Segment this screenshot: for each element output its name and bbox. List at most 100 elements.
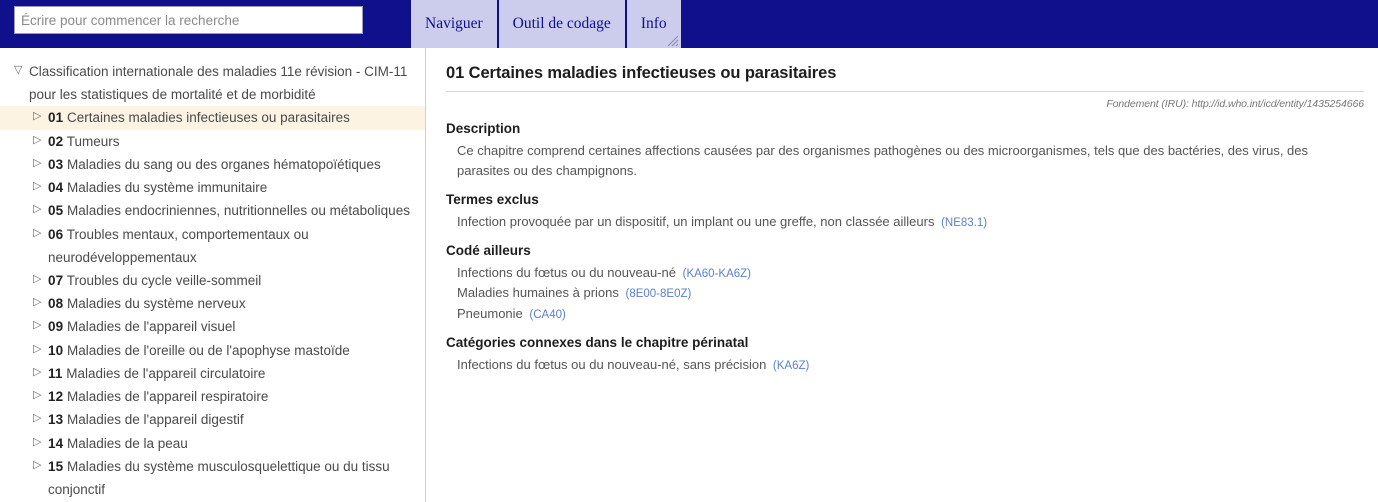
- sidebar-item-02[interactable]: ▷ 02 Tumeurs: [0, 130, 425, 153]
- chevron-right-icon[interactable]: ▷: [33, 455, 48, 476]
- sidebar-item-14[interactable]: ▷ 14 Maladies de la peau: [0, 432, 425, 455]
- sidebar-item-label: 03 Maladies du sang ou des organes hémat…: [48, 153, 421, 176]
- chevron-right-icon[interactable]: ▷: [33, 176, 48, 197]
- sidebar-item-13[interactable]: ▷ 13 Maladies de l'appareil digestif: [0, 408, 425, 431]
- tree-root-item[interactable]: ▽ Classification internationale des mala…: [0, 60, 425, 106]
- sidebar-item-code: 06: [48, 226, 64, 242]
- sidebar: ▽ Classification internationale des mala…: [0, 48, 426, 502]
- resize-grip-icon: [667, 35, 678, 47]
- tab-naviguer-label: Naviguer: [425, 15, 483, 32]
- sidebar-item-code: 04: [48, 180, 64, 196]
- sidebar-item-12[interactable]: ▷ 12 Maladies de l'appareil respiratoire: [0, 385, 425, 408]
- sidebar-item-08[interactable]: ▷ 08 Maladies du système nerveux: [0, 292, 425, 315]
- sidebar-item-09[interactable]: ▷ 09 Maladies de l'appareil visuel: [0, 315, 425, 338]
- tab-outil-de-codage[interactable]: Outil de codage: [498, 0, 627, 48]
- sidebar-item-text: Certaines maladies infectieuses ou paras…: [66, 110, 350, 126]
- description-text: Ce chapitre comprend certaines affection…: [457, 143, 1308, 178]
- sidebar-item-text: Maladies de l'appareil visuel: [66, 319, 236, 335]
- tree-root-label: Classification internationale des maladi…: [29, 64, 408, 103]
- sidebar-item-text: Maladies endocriniennes, nutritionnelles…: [66, 203, 410, 219]
- chevron-right-icon[interactable]: ▷: [33, 292, 48, 313]
- section-description-body: Ce chapitre comprend certaines affection…: [446, 141, 1364, 181]
- classification-tree: ▽ Classification internationale des mala…: [0, 48, 425, 501]
- sidebar-item-text: Maladies de l'oreille ou de l'apophyse m…: [66, 342, 350, 358]
- sidebar-item-04[interactable]: ▷ 04 Maladies du système immunitaire: [0, 176, 425, 199]
- section-coded-elsewhere: Codé ailleurs Infections du fœtus ou du …: [446, 243, 1364, 324]
- sidebar-item-label: 15 Maladies du système musculosquelettiq…: [48, 455, 421, 501]
- sidebar-item-code: 07: [48, 272, 64, 288]
- sidebar-item-text: Maladies du système musculosquelettique …: [48, 458, 390, 497]
- sidebar-item-text: Troubles mentaux, comportementaux ou neu…: [48, 226, 309, 265]
- section-perinatal-title: Catégories connexes dans le chapitre pér…: [446, 335, 749, 351]
- sidebar-item-label: 07 Troubles du cycle veille-sommeil: [48, 269, 421, 292]
- exclusion-entry-code-link[interactable]: (NE83.1): [941, 217, 987, 229]
- chevron-down-icon[interactable]: ▽: [14, 60, 29, 81]
- chevron-right-icon[interactable]: ▷: [33, 408, 48, 429]
- sidebar-item-text: Maladies de l'appareil respiratoire: [66, 389, 269, 405]
- coded-elsewhere-entry-code-link[interactable]: (CA40): [529, 309, 565, 321]
- sidebar-item-code: 08: [48, 296, 64, 312]
- chevron-right-icon[interactable]: ▷: [33, 199, 48, 220]
- chevron-right-icon[interactable]: ▷: [33, 153, 48, 174]
- sidebar-item-label: 13 Maladies de l'appareil digestif: [48, 408, 421, 431]
- chevron-right-icon[interactable]: ▷: [33, 339, 48, 360]
- section-coded-elsewhere-body: Infections du fœtus ou du nouveau-né (KA…: [446, 263, 1364, 324]
- chevron-right-icon[interactable]: ▷: [33, 130, 48, 151]
- sidebar-item-label: 02 Tumeurs: [48, 130, 421, 153]
- sidebar-item-code: 12: [48, 389, 64, 405]
- sidebar-item-06[interactable]: ▷ 06 Troubles mentaux, comportementaux ou…: [0, 223, 425, 269]
- tab-naviguer[interactable]: Naviguer: [411, 0, 499, 48]
- chevron-right-icon[interactable]: ▷: [33, 432, 48, 453]
- sidebar-item-01[interactable]: ▷ 01 Certaines maladies infectieuses ou p…: [0, 106, 425, 130]
- section-perinatal: Catégories connexes dans le chapitre pér…: [446, 335, 1364, 375]
- tab-outil-de-codage-label: Outil de codage: [512, 15, 611, 32]
- section-description-title: Description: [446, 121, 521, 136]
- detail-panel: 01 Certaines maladies infectieuses ou pa…: [427, 48, 1378, 502]
- section-perinatal-body: Infections du fœtus ou du nouveau-né, sa…: [446, 355, 1364, 375]
- search-input[interactable]: [14, 6, 363, 34]
- tab-bar: Naviguer Outil de codage Info: [411, 0, 681, 48]
- sidebar-item-label: 10 Maladies de l'oreille ou de l'apophys…: [48, 339, 421, 362]
- sidebar-item-code: 03: [48, 156, 64, 172]
- sidebar-item-10[interactable]: ▷ 10 Maladies de l'oreille ou de l'apophy…: [0, 339, 425, 362]
- coded-elsewhere-entry-code-link[interactable]: (KA60-KA6Z): [683, 268, 751, 280]
- sidebar-item-11[interactable]: ▷ 11 Maladies de l'appareil circulatoire: [0, 362, 425, 385]
- coded-elsewhere-entry: Infections du fœtus ou du nouveau-né (KA…: [457, 263, 1364, 283]
- chevron-right-icon[interactable]: ▷: [33, 269, 48, 290]
- sidebar-item-15[interactable]: ▷ 15 Maladies du système musculosqueletti…: [0, 455, 425, 501]
- sidebar-item-text: Maladies de la peau: [66, 435, 188, 451]
- sidebar-item-code: 15: [48, 458, 64, 474]
- chevron-right-icon[interactable]: ▷: [33, 385, 48, 406]
- sidebar-item-code: 14: [48, 435, 64, 451]
- sidebar-item-code: 01: [48, 110, 64, 126]
- page-title: 01 Certaines maladies infectieuses ou pa…: [446, 64, 1364, 92]
- tab-info[interactable]: Info: [626, 0, 681, 48]
- coded-elsewhere-entry-text: Infections du fœtus ou du nouveau-né: [457, 264, 676, 280]
- section-description: Description Ce chapitre comprend certain…: [446, 121, 1364, 181]
- top-bar: Naviguer Outil de codage Info: [0, 0, 1378, 48]
- sidebar-item-text: Maladies du système nerveux: [66, 296, 246, 312]
- chevron-right-icon[interactable]: ▷: [33, 106, 48, 127]
- sidebar-item-text: Maladies du sang ou des organes hématopo…: [66, 156, 381, 172]
- sidebar-item-text: Maladies de l'appareil digestif: [66, 412, 244, 428]
- sidebar-item-03[interactable]: ▷ 03 Maladies du sang ou des organes héma…: [0, 153, 425, 176]
- perinatal-entry-text: Infections du fœtus ou du nouveau-né, sa…: [457, 357, 767, 373]
- foundation-uri: Fondement (IRU): http://id.who.int/icd/e…: [1106, 98, 1364, 110]
- coded-elsewhere-entry-code-link[interactable]: (8E00-8E0Z): [626, 288, 692, 300]
- sidebar-item-text: Maladies de l'appareil circulatoire: [66, 365, 266, 381]
- coded-elsewhere-entry: Pneumonie (CA40): [457, 304, 1364, 324]
- sidebar-item-code: 09: [48, 319, 64, 335]
- sidebar-item-text: Troubles du cycle veille-sommeil: [66, 272, 262, 288]
- perinatal-entry-code-link[interactable]: (KA6Z): [773, 360, 809, 372]
- sidebar-item-code: 11: [48, 365, 63, 381]
- sidebar-item-label: 11 Maladies de l'appareil circulatoire: [48, 362, 421, 385]
- sidebar-item-label: 08 Maladies du système nerveux: [48, 292, 421, 315]
- chevron-right-icon[interactable]: ▷: [33, 223, 48, 244]
- chevron-right-icon[interactable]: ▷: [33, 315, 48, 336]
- sidebar-item-label: 05 Maladies endocriniennes, nutritionnel…: [48, 199, 421, 222]
- exclusion-entry: Infection provoquée par un dispositif, u…: [457, 212, 1364, 232]
- sidebar-item-07[interactable]: ▷ 07 Troubles du cycle veille-sommeil: [0, 269, 425, 292]
- chevron-right-icon[interactable]: ▷: [33, 362, 48, 383]
- sidebar-item-05[interactable]: ▷ 05 Maladies endocriniennes, nutritionne…: [0, 199, 425, 222]
- section-exclusions: Termes exclus Infection provoquée par un…: [446, 192, 1364, 232]
